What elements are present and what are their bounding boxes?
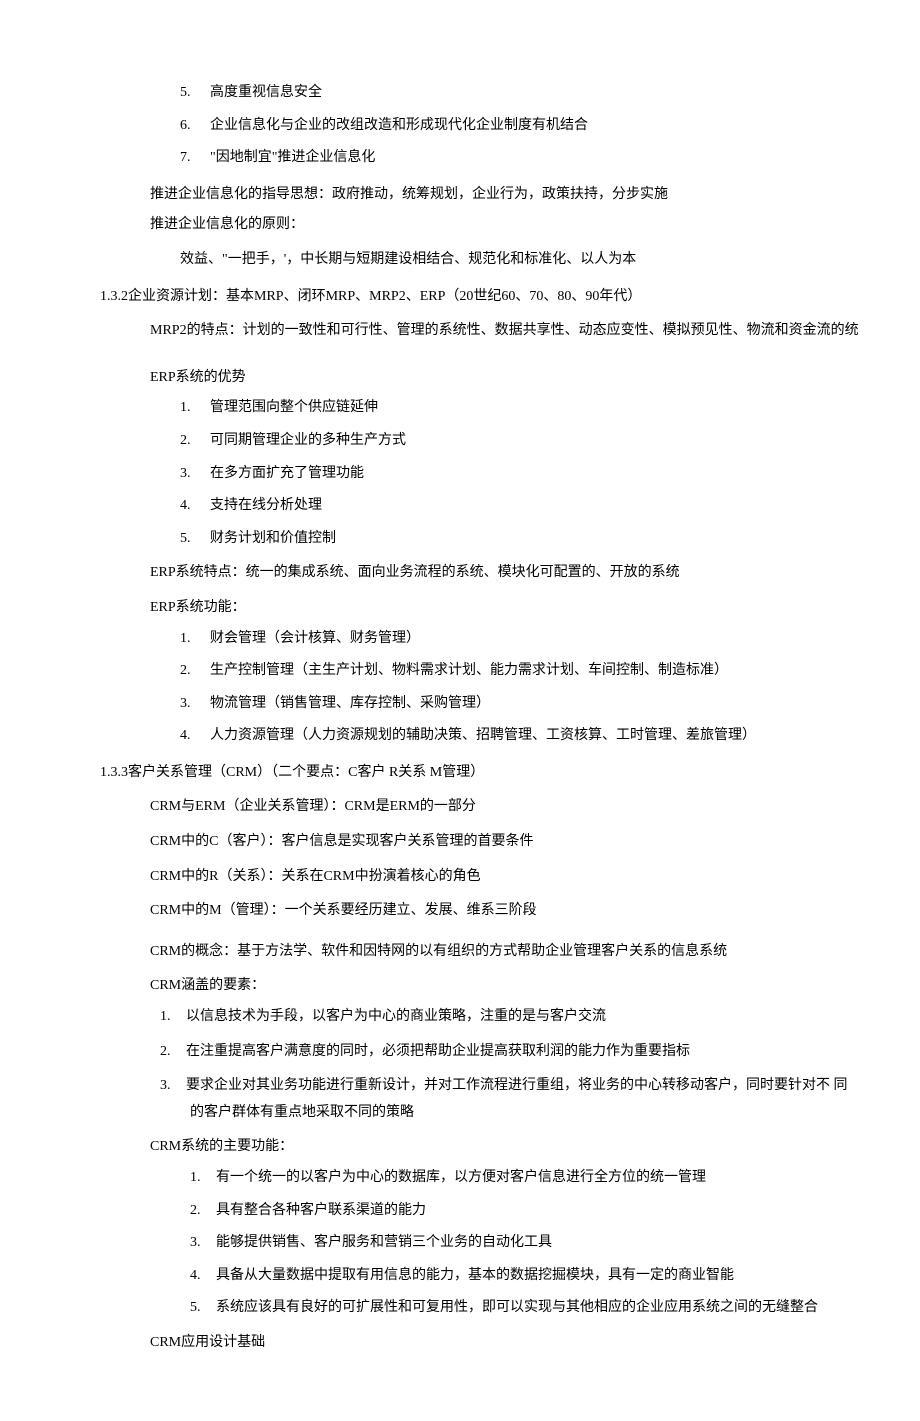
- list-item: 2.生产控制管理（主生产计划、物料需求计划、能力需求计划、车间控制、制造标准）: [60, 658, 860, 685]
- section-heading: 1.3.3客户关系管理（CRM）（二个要点：C客户 R关系 M管理）: [60, 760, 860, 787]
- item-number: 4.: [180, 493, 210, 520]
- paragraph: ERP系统特点：统一的集成系统、面向业务流程的系统、模块化可配置的、开放的系统: [60, 560, 860, 587]
- list-item: 1.以信息技术为手段，以客户为中心的商业策略，注重的是与客户交流: [60, 1004, 860, 1031]
- document-body: 5.高度重视信息安全 6.企业信息化与企业的改组改造和形成现代化企业制度有机结合…: [60, 80, 860, 1357]
- item-number: 4.: [190, 1263, 216, 1290]
- item-number: 2.: [180, 428, 210, 455]
- subheading: CRM涵盖的要素：: [60, 973, 860, 1000]
- item-number: 1.: [180, 395, 210, 422]
- item-text: 企业信息化与企业的改组改造和形成现代化企业制度有机结合: [210, 118, 588, 133]
- item-number: 2.: [160, 1039, 186, 1066]
- item-text: 财务计划和价值控制: [210, 531, 336, 546]
- item-text: 物流管理（销售管理、库存控制、采购管理）: [210, 696, 490, 711]
- item-text: 支持在线分析处理: [210, 498, 322, 513]
- item-number: 5.: [190, 1295, 216, 1322]
- subheading: ERP系统的优势: [60, 365, 860, 392]
- paragraph: CRM与ERM（企业关系管理）：CRM是ERM的一部分: [60, 794, 860, 821]
- list-item: 5.财务计划和价值控制: [60, 526, 860, 553]
- list-item: 3.要求企业对其业务功能进行重新设计，并对工作流程进行重组，将业务的中心转移动客…: [60, 1073, 860, 1126]
- paragraph: CRM中的R（关系）：关系在CRM中扮演着核心的角色: [60, 864, 860, 891]
- item-text: 可同期管理企业的多种生产方式: [210, 433, 406, 448]
- list-item: 3.物流管理（销售管理、库存控制、采购管理）: [60, 691, 860, 718]
- list-item: 4.人力资源管理（人力资源规划的辅助决策、招聘管理、工资核算、工时管理、差旅管理…: [60, 723, 860, 750]
- list-item: 1.管理范围向整个供应链延伸: [60, 395, 860, 422]
- item-number: 1.: [190, 1165, 216, 1192]
- item-number: 6.: [180, 113, 210, 140]
- item-number: 3.: [180, 461, 210, 488]
- paragraph: CRM的概念：基于方法学、软件和因特网的以有组织的方式帮助企业管理客户关系的信息…: [60, 939, 860, 966]
- list-item: 2.可同期管理企业的多种生产方式: [60, 428, 860, 455]
- list-item: 1.有一个统一的以客户为中心的数据库，以方便对客户信息进行全方位的统一管理: [60, 1165, 860, 1192]
- item-number: 3.: [190, 1230, 216, 1257]
- item-number: 5.: [180, 526, 210, 553]
- item-text: 财会管理（会计核算、财务管理）: [210, 631, 420, 646]
- list-item: 4.支持在线分析处理: [60, 493, 860, 520]
- paragraph: MRP2的特点：计划的一致性和可行性、管理的系统性、数据共享性、动态应变性、模拟…: [60, 318, 860, 345]
- item-text: 管理范围向整个供应链延伸: [210, 400, 378, 415]
- paragraph: 推进企业信息化的指导思想：政府推动，统筹规划，企业行为，政策扶持，分步实施: [60, 182, 860, 209]
- item-number: 4.: [180, 723, 210, 750]
- list-item: 5.高度重视信息安全: [60, 80, 860, 107]
- item-text: 具备从大量数据中提取有用信息的能力，基本的数据挖掘模块，具有一定的商业智能: [216, 1268, 734, 1283]
- item-text: 以信息技术为手段，以客户为中心的商业策略，注重的是与客户交流: [186, 1009, 606, 1024]
- paragraph: 推进企业信息化的原则：: [60, 212, 860, 239]
- list-item: 2.具有整合各种客户联系渠道的能力: [60, 1198, 860, 1225]
- item-number: 7.: [180, 145, 210, 172]
- list-item: 5.系统应该具有良好的可扩展性和可复用性，即可以实现与其他相应的企业应用系统之间…: [60, 1295, 860, 1322]
- item-text: 具有整合各种客户联系渠道的能力: [216, 1203, 426, 1218]
- list-item: 6.企业信息化与企业的改组改造和形成现代化企业制度有机结合: [60, 113, 860, 140]
- item-text: 人力资源管理（人力资源规划的辅助决策、招聘管理、工资核算、工时管理、差旅管理）: [210, 728, 756, 743]
- item-number: 3.: [180, 691, 210, 718]
- item-text: 能够提供销售、客户服务和营销三个业务的自动化工具: [216, 1235, 552, 1250]
- subheading: CRM系统的主要功能：: [60, 1134, 860, 1161]
- subheading: ERP系统功能：: [60, 595, 860, 622]
- item-text: 高度重视信息安全: [210, 85, 322, 100]
- item-number: 1.: [160, 1004, 186, 1031]
- list-item: 3.在多方面扩充了管理功能: [60, 461, 860, 488]
- list-item: 7."因地制宜"推进企业信息化: [60, 145, 860, 172]
- item-text: 有一个统一的以客户为中心的数据库，以方便对客户信息进行全方位的统一管理: [216, 1170, 706, 1185]
- item-number: 2.: [180, 658, 210, 685]
- list-item: 3.能够提供销售、客户服务和营销三个业务的自动化工具: [60, 1230, 860, 1257]
- item-text: "因地制宜"推进企业信息化: [210, 150, 375, 165]
- item-text: 在注重提高客户满意度的同时，必须把帮助企业提高获取利润的能力作为重要指标: [186, 1044, 690, 1059]
- paragraph: 效益、"一把手，'，中长期与短期建设相结合、规范化和标准化、以人为本: [60, 247, 860, 274]
- item-text: 系统应该具有良好的可扩展性和可复用性，即可以实现与其他相应的企业应用系统之间的无…: [216, 1300, 818, 1315]
- paragraph: CRM中的C（客户）：客户信息是实现客户关系管理的首要条件: [60, 829, 860, 856]
- item-text: 要求企业对其业务功能进行重新设计，并对工作流程进行重组，将业务的中心转移动客户，…: [186, 1078, 848, 1120]
- item-number: 2.: [190, 1198, 216, 1225]
- subheading: CRM应用设计基础: [60, 1330, 860, 1357]
- item-number: 5.: [180, 80, 210, 107]
- paragraph: CRM中的M（管理）：一个关系要经历建立、发展、维系三阶段: [60, 898, 860, 925]
- list-item: 2.在注重提高客户满意度的同时，必须把帮助企业提高获取利润的能力作为重要指标: [60, 1039, 860, 1066]
- list-item: 1.财会管理（会计核算、财务管理）: [60, 626, 860, 653]
- list-item: 4.具备从大量数据中提取有用信息的能力，基本的数据挖掘模块，具有一定的商业智能: [60, 1263, 860, 1290]
- item-text: 生产控制管理（主生产计划、物料需求计划、能力需求计划、车间控制、制造标准）: [210, 663, 728, 678]
- item-number: 3.: [160, 1073, 186, 1100]
- section-heading: 1.3.2企业资源计划：基本MRP、闭环MRP、MRP2、ERP（20世纪60、…: [60, 284, 860, 311]
- item-text: 在多方面扩充了管理功能: [210, 466, 364, 481]
- item-number: 1.: [180, 626, 210, 653]
